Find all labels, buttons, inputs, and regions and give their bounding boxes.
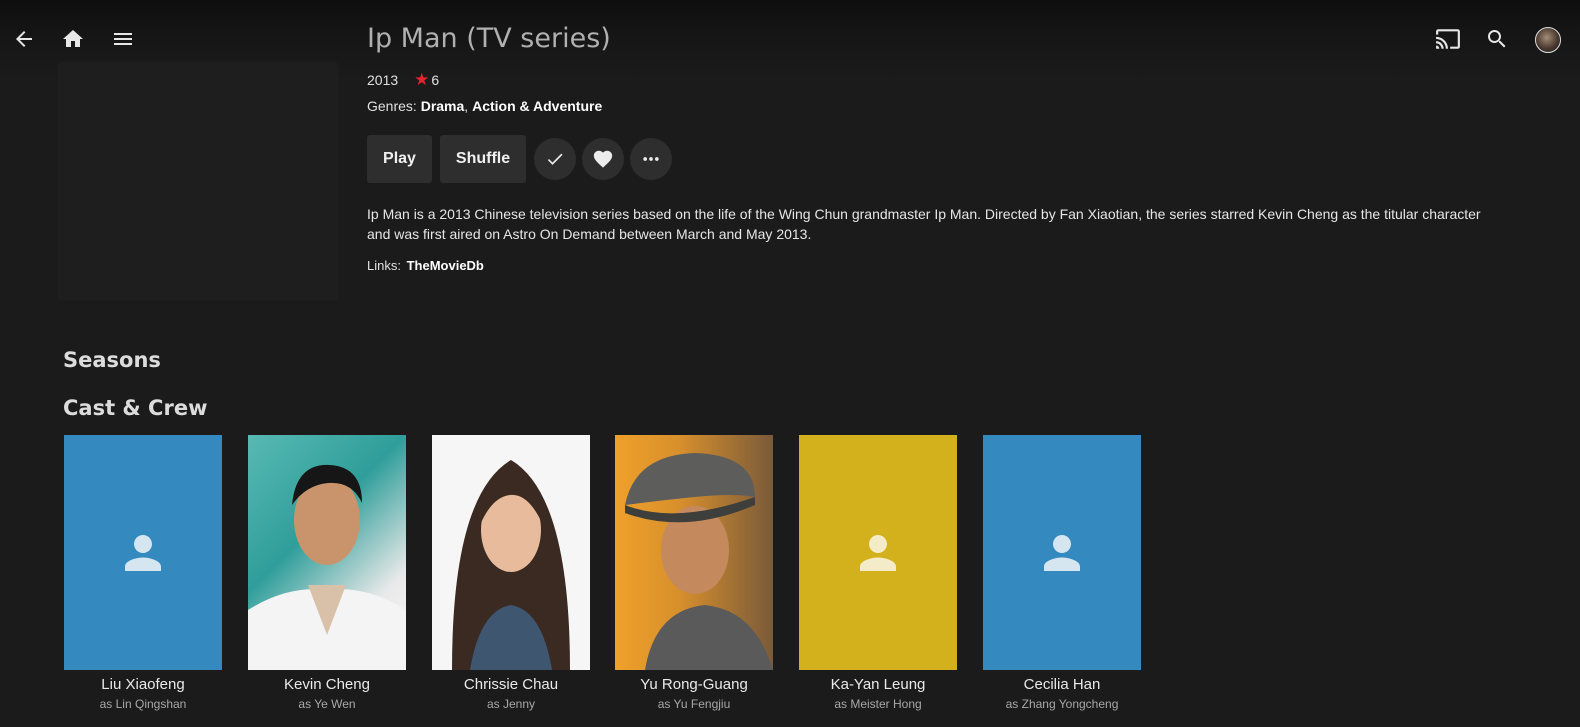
cast-role: as Jenny	[486, 697, 536, 711]
genre-separator: ,	[464, 98, 473, 114]
person-icon	[860, 534, 896, 571]
overview-text: Ip Man is a 2013 Chinese television seri…	[367, 206, 1481, 242]
genre-link[interactable]: Action & Adventure	[472, 98, 602, 114]
cast-button[interactable]	[1430, 21, 1466, 57]
person-photo	[615, 435, 773, 670]
cast-name: Yu Rong-Guang	[640, 676, 748, 693]
play-button[interactable]: Play	[367, 135, 432, 183]
cast-name: Liu Xiaofeng	[101, 676, 185, 693]
person-placeholder-image	[799, 435, 957, 670]
page-title: Ip Man (TV series)	[367, 23, 611, 54]
search-button[interactable]	[1479, 21, 1515, 57]
cast-card[interactable]: Kevin Cheng as Ye Wen	[248, 435, 406, 711]
year-label: 2013	[367, 72, 399, 88]
genres-label: Genres:	[367, 98, 417, 114]
shuffle-button[interactable]: Shuffle	[440, 135, 526, 183]
person-icon	[1044, 534, 1080, 571]
links-label: Links:	[367, 258, 401, 273]
person-placeholder-image	[64, 435, 222, 670]
person-placeholder-image	[983, 435, 1141, 670]
menu-button[interactable]	[105, 21, 141, 57]
series-poster	[58, 62, 338, 300]
themoviedb-link[interactable]: TheMovieDb	[407, 258, 484, 273]
user-avatar[interactable]	[1535, 27, 1561, 53]
cast-card[interactable]: Yu Rong-Guang as Yu Fengjiu	[615, 435, 773, 711]
person-photo-illustration	[248, 464, 406, 670]
seasons-heading: Seasons	[63, 348, 161, 372]
links-row: Links: TheMovieDb	[367, 258, 484, 273]
rating-value: 6	[431, 72, 440, 88]
more-horizontal-icon	[643, 157, 659, 161]
more-options-button[interactable]	[630, 138, 672, 180]
cast-crew-heading: Cast & Crew	[63, 396, 208, 420]
cast-name: Kevin Cheng	[284, 676, 370, 693]
cast-role: as Yu Fengjiu	[657, 697, 731, 711]
check-icon	[547, 153, 563, 165]
person-photo-illustration	[625, 453, 773, 670]
hamburger-menu-icon	[114, 33, 132, 45]
person-photo-illustration	[452, 460, 570, 670]
heart-icon	[593, 150, 613, 168]
person-icon	[125, 534, 161, 571]
person-photo	[432, 435, 590, 670]
person-photo	[248, 435, 406, 670]
mark-played-button[interactable]	[534, 138, 576, 180]
genre-link[interactable]: Drama	[421, 98, 465, 114]
star-icon: ★	[414, 70, 430, 89]
cast-role: as Lin Qingshan	[99, 697, 187, 711]
cast-name: Ka-Yan Leung	[830, 676, 926, 693]
item-meta: 2013 ★ 6	[367, 70, 439, 90]
search-icon	[1488, 30, 1506, 48]
cast-role: as Ye Wen	[298, 697, 356, 711]
cast-card[interactable]: Cecilia Han as Zhang Yongcheng	[983, 435, 1141, 711]
cast-role: as Meister Hong	[834, 697, 922, 711]
cast-card[interactable]: Ka-Yan Leung as Meister Hong	[799, 435, 957, 711]
favorite-button[interactable]	[582, 138, 624, 180]
back-button[interactable]	[6, 21, 42, 57]
genres-row: Genres: Drama, Action & Adventure	[367, 98, 602, 114]
home-button[interactable]	[55, 21, 91, 57]
cast-card[interactable]: Liu Xiaofeng as Lin Qingshan	[64, 435, 222, 711]
home-icon	[63, 30, 83, 47]
cast-icon	[1436, 29, 1460, 49]
arrow-left-icon	[16, 31, 32, 47]
cast-name: Cecilia Han	[1023, 676, 1101, 693]
cast-card[interactable]: Chrissie Chau as Jenny	[432, 435, 590, 711]
cast-name: Chrissie Chau	[463, 676, 559, 693]
cast-role: as Zhang Yongcheng	[1005, 697, 1119, 711]
